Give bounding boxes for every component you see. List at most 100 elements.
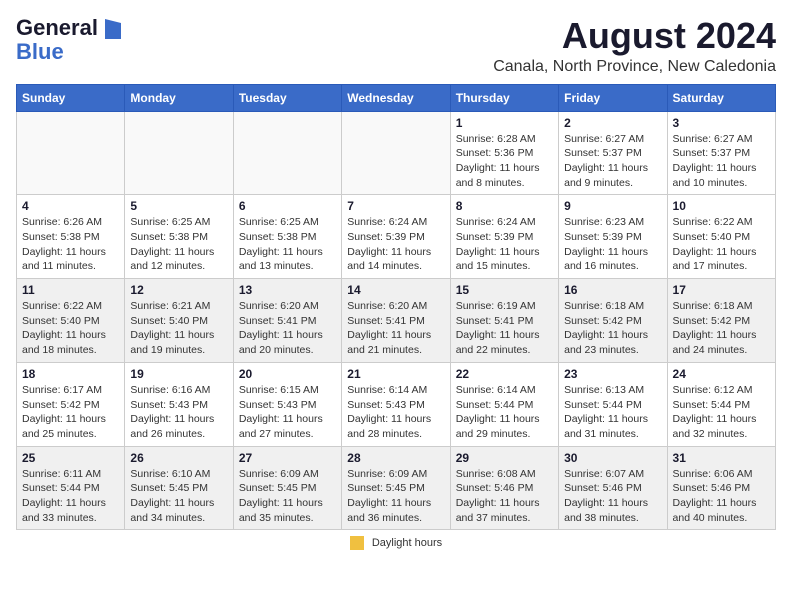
logo-text: General xyxy=(16,16,122,40)
day-number: 7 xyxy=(347,199,444,213)
col-sunday: Sunday xyxy=(17,84,125,111)
day-number: 29 xyxy=(456,451,553,465)
day-info: Sunrise: 6:26 AM Sunset: 5:38 PM Dayligh… xyxy=(22,215,119,274)
day-number: 25 xyxy=(22,451,119,465)
table-row: 7 Sunrise: 6:24 AM Sunset: 5:39 PM Daylig… xyxy=(342,195,450,279)
table-row xyxy=(17,111,125,195)
table-row: 6Sunrise: 6:25 AM Sunset: 5:38 PM Daylig… xyxy=(233,195,341,279)
table-row: 1Sunrise: 6:28 AM Sunset: 5:36 PM Daylig… xyxy=(450,111,558,195)
day-info: Sunrise: 6:18 AM Sunset: 5:42 PM Dayligh… xyxy=(564,299,661,358)
day-number: 16 xyxy=(564,283,661,297)
day-info: Sunrise: 6:14 AM Sunset: 5:43 PM Dayligh… xyxy=(347,383,444,442)
calendar-week-4: 18Sunrise: 6:17 AM Sunset: 5:42 PM Dayli… xyxy=(17,362,776,446)
table-row: 29 Sunrise: 6:08 AM Sunset: 5:46 PM Dayli… xyxy=(450,446,558,530)
day-number: 1 xyxy=(456,116,553,130)
day-info: Sunrise: 6:16 AM Sunset: 5:43 PM Dayligh… xyxy=(130,383,227,442)
day-number: 21 xyxy=(347,367,444,381)
day-info: Sunrise: 6:27 AM Sunset: 5:37 PM Dayligh… xyxy=(564,132,661,191)
table-row: 30 Sunrise: 6:07 AM Sunset: 5:46 PM Dayli… xyxy=(559,446,667,530)
day-info: Sunrise: 6:25 AM Sunset: 5:38 PM Dayligh… xyxy=(130,215,227,274)
day-number: 6 xyxy=(239,199,336,213)
day-number: 27 xyxy=(239,451,336,465)
day-number: 23 xyxy=(564,367,661,381)
logo-general: General xyxy=(16,15,98,40)
table-row: 22 Sunrise: 6:14 AM Sunset: 5:44 PM Dayli… xyxy=(450,362,558,446)
day-number: 30 xyxy=(564,451,661,465)
day-info: Sunrise: 6:09 AM Sunset: 5:45 PM Dayligh… xyxy=(239,467,336,526)
day-number: 9 xyxy=(564,199,661,213)
table-row: 8 Sunrise: 6:24 AM Sunset: 5:39 PM Daylig… xyxy=(450,195,558,279)
table-row xyxy=(125,111,233,195)
day-info: Sunrise: 6:15 AM Sunset: 5:43 PM Dayligh… xyxy=(239,383,336,442)
table-row: 12Sunrise: 6:21 AM Sunset: 5:40 PM Dayli… xyxy=(125,279,233,363)
calendar-table: Sunday Monday Tuesday Wednesday Thursday… xyxy=(16,84,776,531)
day-number: 28 xyxy=(347,451,444,465)
table-row: 15Sunrise: 6:19 AM Sunset: 5:41 PM Dayli… xyxy=(450,279,558,363)
table-row: 17 Sunrise: 6:18 AM Sunset: 5:42 PM Dayli… xyxy=(667,279,775,363)
day-number: 17 xyxy=(673,283,770,297)
page-header: General Blue August 2024 Canala, North P… xyxy=(16,16,776,76)
logo-triangle-icon xyxy=(105,19,121,39)
table-row: 31Sunrise: 6:06 AM Sunset: 5:46 PM Dayli… xyxy=(667,446,775,530)
day-info: Sunrise: 6:09 AM Sunset: 5:45 PM Dayligh… xyxy=(347,467,444,526)
table-row: 2 Sunrise: 6:27 AM Sunset: 5:37 PM Daylig… xyxy=(559,111,667,195)
day-info: Sunrise: 6:11 AM Sunset: 5:44 PM Dayligh… xyxy=(22,467,119,526)
table-row: 5Sunrise: 6:25 AM Sunset: 5:38 PM Daylig… xyxy=(125,195,233,279)
table-row: 14 Sunrise: 6:20 AM Sunset: 5:41 PM Dayli… xyxy=(342,279,450,363)
day-info: Sunrise: 6:14 AM Sunset: 5:44 PM Dayligh… xyxy=(456,383,553,442)
daylight-legend-label: Daylight hours xyxy=(372,537,442,549)
logo: General Blue xyxy=(16,16,122,64)
day-number: 8 xyxy=(456,199,553,213)
table-row: 16 Sunrise: 6:18 AM Sunset: 5:42 PM Dayli… xyxy=(559,279,667,363)
table-row: 23 Sunrise: 6:13 AM Sunset: 5:44 PM Dayli… xyxy=(559,362,667,446)
location-title: Canala, North Province, New Caledonia xyxy=(493,58,776,76)
month-title: August 2024 xyxy=(493,16,776,56)
day-number: 13 xyxy=(239,283,336,297)
day-info: Sunrise: 6:27 AM Sunset: 5:37 PM Dayligh… xyxy=(673,132,770,191)
day-info: Sunrise: 6:24 AM Sunset: 5:39 PM Dayligh… xyxy=(456,215,553,274)
day-number: 2 xyxy=(564,116,661,130)
table-row: 20Sunrise: 6:15 AM Sunset: 5:43 PM Dayli… xyxy=(233,362,341,446)
title-area: August 2024 Canala, North Province, New … xyxy=(493,16,776,76)
table-row xyxy=(342,111,450,195)
day-number: 3 xyxy=(673,116,770,130)
day-number: 26 xyxy=(130,451,227,465)
table-row xyxy=(233,111,341,195)
col-saturday: Saturday xyxy=(667,84,775,111)
day-info: Sunrise: 6:20 AM Sunset: 5:41 PM Dayligh… xyxy=(239,299,336,358)
col-tuesday: Tuesday xyxy=(233,84,341,111)
day-info: Sunrise: 6:20 AM Sunset: 5:41 PM Dayligh… xyxy=(347,299,444,358)
col-monday: Monday xyxy=(125,84,233,111)
day-info: Sunrise: 6:13 AM Sunset: 5:44 PM Dayligh… xyxy=(564,383,661,442)
day-info: Sunrise: 6:22 AM Sunset: 5:40 PM Dayligh… xyxy=(673,215,770,274)
day-number: 18 xyxy=(22,367,119,381)
daylight-legend-box xyxy=(350,536,364,550)
day-info: Sunrise: 6:12 AM Sunset: 5:44 PM Dayligh… xyxy=(673,383,770,442)
calendar-header-row: Sunday Monday Tuesday Wednesday Thursday… xyxy=(17,84,776,111)
table-row: 21 Sunrise: 6:14 AM Sunset: 5:43 PM Dayli… xyxy=(342,362,450,446)
table-row: 27 Sunrise: 6:09 AM Sunset: 5:45 PM Dayli… xyxy=(233,446,341,530)
calendar-week-1: 1Sunrise: 6:28 AM Sunset: 5:36 PM Daylig… xyxy=(17,111,776,195)
table-row: 13 Sunrise: 6:20 AM Sunset: 5:41 PM Dayli… xyxy=(233,279,341,363)
day-number: 22 xyxy=(456,367,553,381)
day-info: Sunrise: 6:23 AM Sunset: 5:39 PM Dayligh… xyxy=(564,215,661,274)
table-row: 24Sunrise: 6:12 AM Sunset: 5:44 PM Dayli… xyxy=(667,362,775,446)
table-row: 28 Sunrise: 6:09 AM Sunset: 5:45 PM Dayli… xyxy=(342,446,450,530)
day-number: 19 xyxy=(130,367,227,381)
table-row: 26 Sunrise: 6:10 AM Sunset: 5:45 PM Dayli… xyxy=(125,446,233,530)
day-info: Sunrise: 6:10 AM Sunset: 5:45 PM Dayligh… xyxy=(130,467,227,526)
day-info: Sunrise: 6:19 AM Sunset: 5:41 PM Dayligh… xyxy=(456,299,553,358)
table-row: 18Sunrise: 6:17 AM Sunset: 5:42 PM Dayli… xyxy=(17,362,125,446)
day-info: Sunrise: 6:06 AM Sunset: 5:46 PM Dayligh… xyxy=(673,467,770,526)
table-row: 3 Sunrise: 6:27 AM Sunset: 5:37 PM Daylig… xyxy=(667,111,775,195)
day-info: Sunrise: 6:24 AM Sunset: 5:39 PM Dayligh… xyxy=(347,215,444,274)
footer: Daylight hours xyxy=(16,536,776,550)
day-number: 14 xyxy=(347,283,444,297)
day-info: Sunrise: 6:18 AM Sunset: 5:42 PM Dayligh… xyxy=(673,299,770,358)
col-wednesday: Wednesday xyxy=(342,84,450,111)
table-row: 9 Sunrise: 6:23 AM Sunset: 5:39 PM Daylig… xyxy=(559,195,667,279)
table-row: 10Sunrise: 6:22 AM Sunset: 5:40 PM Dayli… xyxy=(667,195,775,279)
day-info: Sunrise: 6:08 AM Sunset: 5:46 PM Dayligh… xyxy=(456,467,553,526)
table-row: 19 Sunrise: 6:16 AM Sunset: 5:43 PM Dayli… xyxy=(125,362,233,446)
day-info: Sunrise: 6:07 AM Sunset: 5:46 PM Dayligh… xyxy=(564,467,661,526)
